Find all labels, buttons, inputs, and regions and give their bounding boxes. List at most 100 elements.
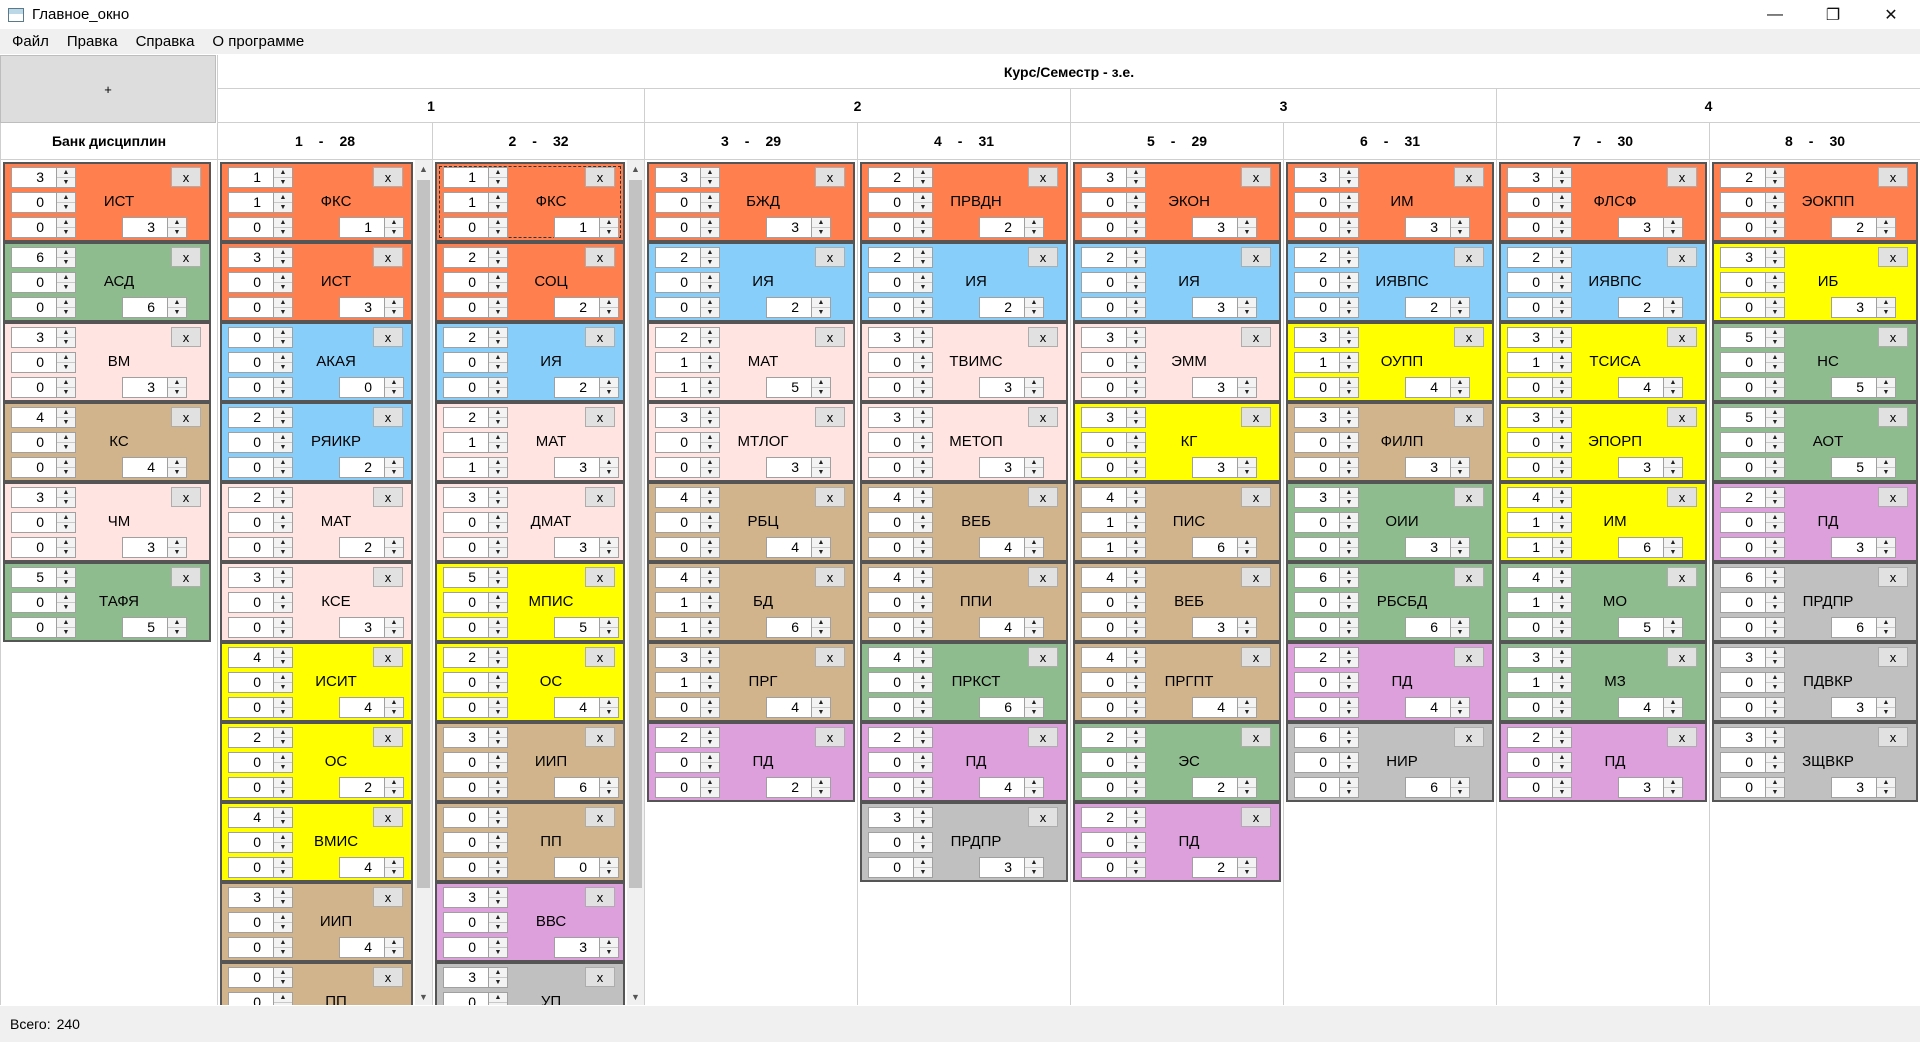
credit-units-spinner-value[interactable]: 3 [1406, 458, 1450, 477]
arrow-down-icon[interactable]: ▼ [168, 627, 186, 637]
arrow-up-icon[interactable]: ▲ [914, 593, 932, 602]
arrow-down-icon[interactable]: ▼ [1766, 657, 1784, 667]
discipline-card[interactable]: 2 ▲ ▼ 0 ▲ ▼ 0 ▲ ▼ 2 ▲ ▼ x ПД [1073, 802, 1281, 882]
spin-arrows[interactable]: ▲▼ [1450, 538, 1469, 557]
lab-hours-spinner-value[interactable]: 0 [1082, 673, 1126, 692]
lab-hours-spinner-value[interactable]: 0 [656, 753, 700, 772]
remove-card-button[interactable]: x [1667, 727, 1697, 747]
arrow-down-icon[interactable]: ▼ [1553, 177, 1571, 187]
discipline-card[interactable]: 4 ▲ ▼ 0 ▲ ▼ 0 ▲ ▼ 4 ▲ ▼ x ПРГПТ [1073, 642, 1281, 722]
lab-hours-spinner[interactable]: 0▲▼ [1720, 592, 1785, 613]
lab-hours-spinner[interactable]: 0▲▼ [228, 912, 293, 933]
lecture-hours-spinner[interactable]: 2 ▲ ▼ [443, 327, 508, 348]
practice-hours-spinner[interactable]: 0 ▲ ▼ [443, 777, 508, 798]
practice-hours-spinner-value[interactable]: 0 [12, 378, 56, 397]
arrow-down-icon[interactable]: ▼ [57, 602, 75, 612]
arrow-down-icon[interactable]: ▼ [1025, 227, 1043, 237]
lecture-hours-spinner[interactable]: 6 ▲ ▼ [1294, 567, 1359, 588]
arrow-down-icon[interactable]: ▼ [1025, 627, 1043, 637]
credit-units-spinner[interactable]: 4 ▲ ▼ [979, 777, 1044, 798]
remove-card-button[interactable]: x [1878, 567, 1908, 587]
credit-units-spinner[interactable]: 1 ▲ ▼ [554, 217, 619, 238]
spin-arrows[interactable]: ▲▼ [1450, 618, 1469, 637]
practice-hours-spinner-value[interactable]: 0 [869, 458, 913, 477]
arrow-up-icon[interactable]: ▲ [1025, 778, 1043, 787]
remove-card-button[interactable]: x [1241, 807, 1271, 827]
practice-hours-spinner-value[interactable]: 0 [1082, 458, 1126, 477]
spin-arrows[interactable]: ▲▼ [1765, 458, 1784, 477]
arrow-up-icon[interactable]: ▲ [1340, 218, 1358, 227]
arrow-down-icon[interactable]: ▼ [914, 417, 932, 427]
arrow-down-icon[interactable]: ▼ [701, 307, 719, 317]
discipline-card[interactable]: 3 ▲ ▼ 0 ▲ ▼ 0 ▲ ▼ 3 ▲ ▼ x БЖД [647, 162, 855, 242]
remove-card-button[interactable]: x [1454, 327, 1484, 347]
credit-units-spinner-value[interactable]: 3 [1193, 458, 1237, 477]
lab-hours-spinner-value[interactable]: 0 [1082, 833, 1126, 852]
arrow-up-icon[interactable]: ▲ [1553, 328, 1571, 337]
spin-arrows[interactable]: ▲▼ [1237, 858, 1256, 877]
arrow-up-icon[interactable]: ▲ [1127, 488, 1145, 497]
credit-units-spinner-value[interactable]: 3 [340, 298, 384, 317]
arrow-up-icon[interactable]: ▲ [57, 458, 75, 467]
credit-units-spinner[interactable]: 2 ▲ ▼ [339, 777, 404, 798]
lecture-hours-spinner[interactable]: 3 ▲ ▼ [1081, 167, 1146, 188]
lab-hours-spinner[interactable]: 0▲▼ [868, 592, 933, 613]
arrow-up-icon[interactable]: ▲ [1553, 168, 1571, 177]
arrow-up-icon[interactable]: ▲ [274, 248, 292, 257]
arrow-up-icon[interactable]: ▲ [1127, 568, 1145, 577]
spin-arrows[interactable]: ▲▼ [1126, 273, 1145, 292]
arrow-up-icon[interactable]: ▲ [1340, 433, 1358, 442]
spin-arrows[interactable]: ▲▼ [1552, 378, 1571, 397]
arrow-down-icon[interactable]: ▼ [812, 707, 830, 717]
arrow-up-icon[interactable]: ▲ [274, 168, 292, 177]
arrow-up-icon[interactable]: ▲ [701, 728, 719, 737]
arrow-up-icon[interactable]: ▲ [1766, 378, 1784, 387]
arrow-up-icon[interactable]: ▲ [1025, 538, 1043, 547]
arrow-up-icon[interactable]: ▲ [489, 193, 507, 202]
spin-arrows[interactable]: ▲▼ [1552, 433, 1571, 452]
spin-arrows[interactable]: ▲▼ [1126, 858, 1145, 877]
practice-hours-spinner[interactable]: 0 ▲ ▼ [655, 777, 720, 798]
discipline-card[interactable]: 4 ▲ ▼ 0 ▲ ▼ 0 ▲ ▼ 4 ▲ ▼ x ППИ [860, 562, 1068, 642]
spin-arrows[interactable]: ▲▼ [913, 568, 932, 587]
practice-hours-spinner-value[interactable]: 0 [1721, 458, 1765, 477]
spin-arrows[interactable]: ▲▼ [1552, 593, 1571, 612]
lecture-hours-spinner-value[interactable]: 3 [656, 168, 700, 187]
credit-units-spinner[interactable]: 4 ▲ ▼ [979, 617, 1044, 638]
practice-hours-spinner-value[interactable]: 0 [229, 618, 273, 637]
arrow-up-icon[interactable]: ▲ [489, 488, 507, 497]
practice-hours-spinner-value[interactable]: 0 [1295, 538, 1339, 557]
discipline-card[interactable]: 3 ▲ ▼ 0 ▲ ▼ 0 ▲ ▼ 3 ▲ ▼ x ПДВКР [1712, 642, 1918, 722]
practice-hours-spinner-value[interactable]: 0 [1508, 218, 1552, 237]
lecture-hours-spinner-value[interactable]: 2 [1295, 648, 1339, 667]
credit-units-spinner-value[interactable]: 3 [1193, 298, 1237, 317]
discipline-card[interactable]: 6 ▲ ▼ 0 ▲ ▼ 0 ▲ ▼ 6 ▲ ▼ x ПРДПР [1712, 562, 1918, 642]
discipline-card[interactable]: 3▲▼0▲▼0▲▼3▲▼xУП [435, 962, 625, 1005]
spin-arrows[interactable]: ▲▼ [1024, 458, 1043, 477]
spin-arrows[interactable]: ▲▼ [1552, 168, 1571, 187]
arrow-up-icon[interactable]: ▲ [168, 378, 186, 387]
arrow-down-icon[interactable]: ▼ [1553, 227, 1571, 237]
spin-arrows[interactable]: ▲▼ [1339, 433, 1358, 452]
arrow-up-icon[interactable]: ▲ [1553, 593, 1571, 602]
credit-units-spinner[interactable]: 4 ▲ ▼ [1405, 377, 1470, 398]
lab-hours-spinner-value[interactable]: 0 [869, 433, 913, 452]
lecture-hours-spinner-value[interactable]: 4 [1082, 488, 1126, 507]
arrow-down-icon[interactable]: ▼ [489, 547, 507, 557]
lecture-hours-spinner[interactable]: 5 ▲ ▼ [1720, 327, 1785, 348]
lab-hours-spinner[interactable]: 0▲▼ [1081, 352, 1146, 373]
arrow-down-icon[interactable]: ▼ [1340, 257, 1358, 267]
remove-card-button[interactable]: x [1241, 407, 1271, 427]
lab-hours-spinner-value[interactable]: 0 [444, 753, 488, 772]
discipline-card[interactable]: 3 ▲ ▼ 1 ▲ ▼ 0 ▲ ▼ 4 ▲ ▼ x ТСИСА [1499, 322, 1707, 402]
arrow-down-icon[interactable]: ▼ [489, 417, 507, 427]
arrow-up-icon[interactable]: ▲ [57, 568, 75, 577]
credit-units-spinner[interactable]: 4 ▲ ▼ [339, 697, 404, 718]
lab-hours-spinner-value[interactable]: 0 [1295, 673, 1339, 692]
discipline-card[interactable]: 3 ▲ ▼ 0 ▲ ▼ 0 ▲ ▼ 3 ▲ ▼ x ИМ [1286, 162, 1494, 242]
arrow-down-icon[interactable]: ▼ [1553, 707, 1571, 717]
arrow-down-icon[interactable]: ▼ [1127, 577, 1145, 587]
arrow-up-icon[interactable]: ▲ [1766, 298, 1784, 307]
arrow-up-icon[interactable]: ▲ [385, 618, 403, 627]
arrow-up-icon[interactable]: ▲ [701, 513, 719, 522]
